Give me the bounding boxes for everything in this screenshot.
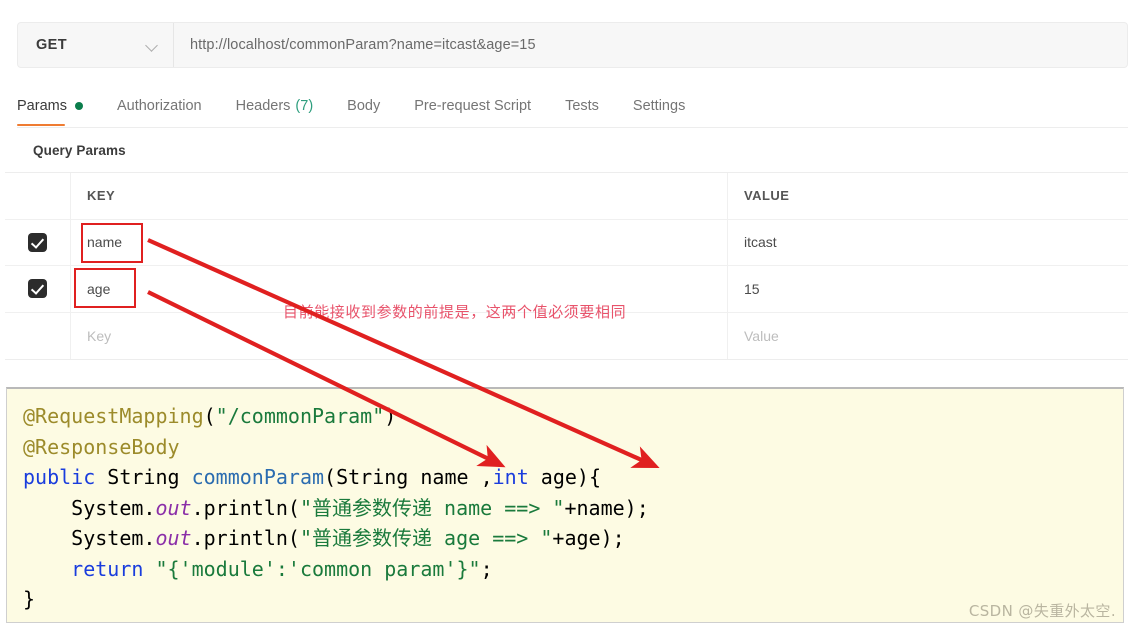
code-token: "普通参数传递 name ==> " (300, 496, 565, 520)
tab-headers-label: Headers (236, 98, 291, 114)
query-params-table: KEY VALUE name itcast age 15 K (5, 172, 1128, 360)
chevron-down-icon (146, 39, 159, 52)
param-key-input-empty[interactable]: Key (87, 328, 111, 344)
params-modified-dot-icon (75, 102, 83, 110)
code-token: commonParam (192, 465, 324, 489)
tab-params-label: Params (17, 98, 67, 114)
row-value-cell[interactable]: itcast (728, 220, 1128, 266)
tab-pre-request-script[interactable]: Pre-request Script (414, 88, 531, 124)
header-key-label: KEY (87, 188, 115, 203)
tab-tests-label: Tests (565, 98, 599, 114)
code-token: System. (23, 526, 155, 550)
code-line: public String commonParam(String name ,i… (23, 462, 1123, 493)
code-token: int (493, 465, 529, 489)
header-checkbox-cell (5, 173, 71, 219)
header-value-cell: VALUE (728, 173, 1128, 219)
code-token: .println( (192, 496, 300, 520)
request-tabs: Params Authorization Headers (7) Body Pr… (17, 88, 1128, 128)
code-token: System. (23, 496, 155, 520)
code-token: "普通参数传递 age ==> " (300, 526, 552, 550)
row-value-cell[interactable]: Value (728, 313, 1128, 360)
tab-authorization-label: Authorization (117, 98, 202, 114)
code-token: .println( (192, 526, 300, 550)
code-token: age){ (529, 465, 601, 489)
code-block: @RequestMapping("/commonParam") @Response… (6, 387, 1124, 623)
code-token: "{'module':'common param'}" (155, 557, 480, 581)
tab-body[interactable]: Body (347, 88, 380, 124)
code-line: @ResponseBody (23, 432, 1123, 463)
param-key-input[interactable]: name (87, 234, 122, 250)
param-value-input[interactable]: itcast (744, 234, 777, 250)
code-token: +name); (564, 496, 648, 520)
request-bar: GET http://localhost/commonParam?name=it… (17, 22, 1128, 68)
http-method-label: GET (36, 37, 67, 53)
code-token (143, 557, 155, 581)
row-checkbox-cell (5, 266, 71, 312)
row-key-cell[interactable]: name (71, 220, 728, 266)
csdn-watermark: CSDN @失重外太空. (969, 600, 1116, 621)
code-line: @RequestMapping("/commonParam") (23, 401, 1123, 432)
code-token: out (155, 496, 191, 520)
code-token: out (155, 526, 191, 550)
header-value-label: VALUE (744, 188, 789, 203)
code-token: ( (204, 404, 216, 428)
annotation-text: 目前能接收到参数的前提是，这两个值必须要相同 (283, 301, 626, 322)
header-key-cell: KEY (71, 173, 728, 219)
code-line: System.out.println("普通参数传递 name ==> "+na… (23, 493, 1123, 524)
code-token (23, 557, 71, 581)
param-key-input[interactable]: age (87, 281, 110, 297)
table-header-row: KEY VALUE (5, 173, 1128, 220)
code-token: +age); (552, 526, 624, 550)
tab-tests[interactable]: Tests (565, 88, 599, 124)
tab-headers-count: (7) (295, 98, 313, 114)
param-enabled-checkbox[interactable] (28, 279, 47, 298)
tab-body-label: Body (347, 98, 380, 114)
param-value-input-empty[interactable]: Value (744, 328, 779, 344)
code-token: ; (481, 557, 493, 581)
tab-settings-label: Settings (633, 98, 685, 114)
tab-authorization[interactable]: Authorization (117, 88, 202, 124)
code-token: ) (384, 404, 396, 428)
row-checkbox-cell (5, 220, 71, 266)
table-row: name itcast (5, 220, 1128, 267)
tab-params[interactable]: Params (17, 88, 83, 124)
code-line: return "{'module':'common param'}"; (23, 554, 1123, 585)
code-token: String (107, 465, 191, 489)
code-token: public (23, 465, 107, 489)
code-token: @RequestMapping (23, 404, 204, 428)
code-token: return (71, 557, 143, 581)
row-checkbox-cell (5, 313, 71, 360)
code-token: } (23, 587, 35, 611)
url-input[interactable]: http://localhost/commonParam?name=itcast… (174, 23, 1127, 67)
tab-settings[interactable]: Settings (633, 88, 685, 124)
tab-headers[interactable]: Headers (7) (236, 88, 314, 124)
http-method-select[interactable]: GET (18, 23, 174, 67)
param-value-input[interactable]: 15 (744, 281, 760, 297)
tab-pre-request-script-label: Pre-request Script (414, 98, 531, 114)
code-token: (String name , (324, 465, 493, 489)
code-token: "/commonParam" (216, 404, 385, 428)
code-line: System.out.println("普通参数传递 age ==> "+age… (23, 523, 1123, 554)
code-token: @ResponseBody (23, 435, 180, 459)
code-line: } (23, 584, 1123, 615)
row-value-cell[interactable]: 15 (728, 266, 1128, 312)
param-enabled-checkbox[interactable] (28, 233, 47, 252)
query-params-title: Query Params (33, 143, 126, 158)
